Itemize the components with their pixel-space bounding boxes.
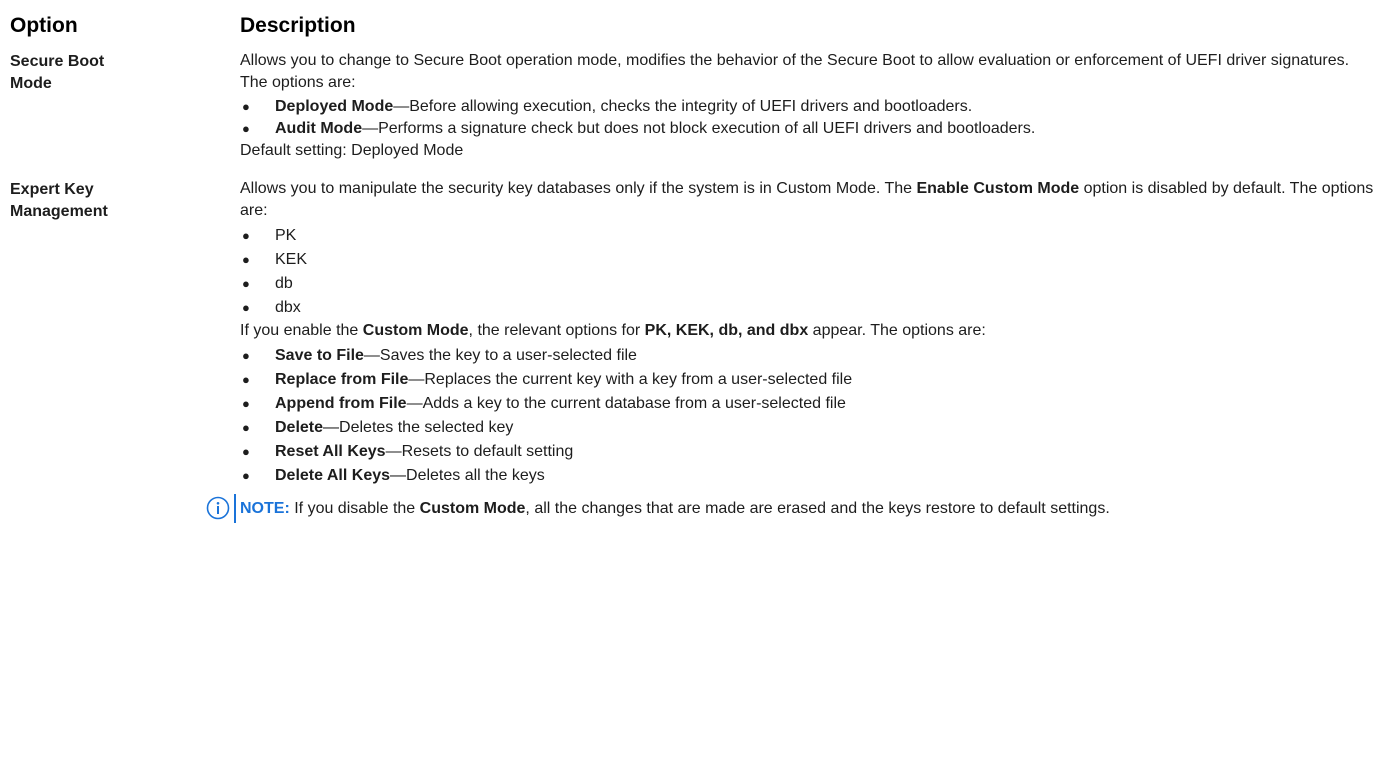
- table-row-expert-key-management: Expert Key Management Allows you to mani…: [10, 178, 1380, 523]
- list-item: ● KEK: [240, 248, 1380, 272]
- option-table: Option Description Secure Boot Mode Allo…: [10, 14, 1380, 523]
- list-item: ● Replace from File—Replaces the current …: [240, 368, 1380, 392]
- bullet-icon: ●: [242, 276, 250, 291]
- list-item: ● Audit Mode—Performs a signature check b…: [240, 118, 1380, 140]
- option-name: Secure Boot Mode: [10, 53, 105, 92]
- option-description: Allows you to change to Secure Boot oper…: [240, 50, 1380, 162]
- note-callout: NOTE: If you disable the Custom Mode, al…: [206, 494, 1380, 523]
- description-intro: Allows you to change to Secure Boot oper…: [240, 52, 1350, 91]
- list-item: ● Delete All Keys—Deletes all the keys: [240, 464, 1380, 488]
- description-column-header: Description: [240, 14, 356, 37]
- option-column-header: Option: [10, 14, 78, 37]
- mode-list: ● Deployed Mode—Before allowing execution…: [240, 96, 1380, 140]
- bullet-icon: ●: [242, 396, 250, 411]
- action-list: ● Save to File—Saves the key to a user-se…: [240, 344, 1380, 488]
- bullet-icon: ●: [242, 348, 250, 363]
- bullet-icon: ●: [242, 121, 250, 136]
- description-intro: Allows you to manipulate the security ke…: [240, 180, 1374, 219]
- bullet-icon: ●: [242, 372, 250, 387]
- default-setting: Default setting: Deployed Mode: [240, 142, 464, 159]
- list-item: ● Deployed Mode—Before allowing execution…: [240, 96, 1380, 118]
- custom-mode-text: If you enable the Custom Mode, the relev…: [240, 322, 986, 339]
- note-body: NOTE: If you disable the Custom Mode, al…: [234, 494, 1110, 523]
- list-item: ● Delete—Deletes the selected key: [240, 416, 1380, 440]
- list-item: ● dbx: [240, 296, 1380, 320]
- note-label: NOTE:: [240, 500, 290, 517]
- list-item: ● db: [240, 272, 1380, 296]
- list-item: ● Reset All Keys—Resets to default settin…: [240, 440, 1380, 464]
- list-item: ● Append from File—Adds a key to the curr…: [240, 392, 1380, 416]
- bullet-icon: ●: [242, 300, 250, 315]
- key-list: ● PK ● KEK ● db ● dbx: [240, 224, 1380, 320]
- table-row-secure-boot-mode: Secure Boot Mode Allows you to change to…: [10, 50, 1380, 162]
- bullet-icon: ●: [242, 252, 250, 267]
- bullet-icon: ●: [242, 228, 250, 243]
- option-description: Allows you to manipulate the security ke…: [206, 178, 1380, 523]
- list-item: ● PK: [240, 224, 1380, 248]
- list-item: ● Save to File—Saves the key to a user-se…: [240, 344, 1380, 368]
- bullet-icon: ●: [242, 468, 250, 483]
- table-header: Option Description: [10, 14, 1380, 50]
- info-icon: [206, 496, 230, 520]
- bullet-icon: ●: [242, 420, 250, 435]
- bullet-icon: ●: [242, 444, 250, 459]
- bullet-icon: ●: [242, 99, 250, 114]
- option-name: Expert Key Management: [10, 181, 108, 220]
